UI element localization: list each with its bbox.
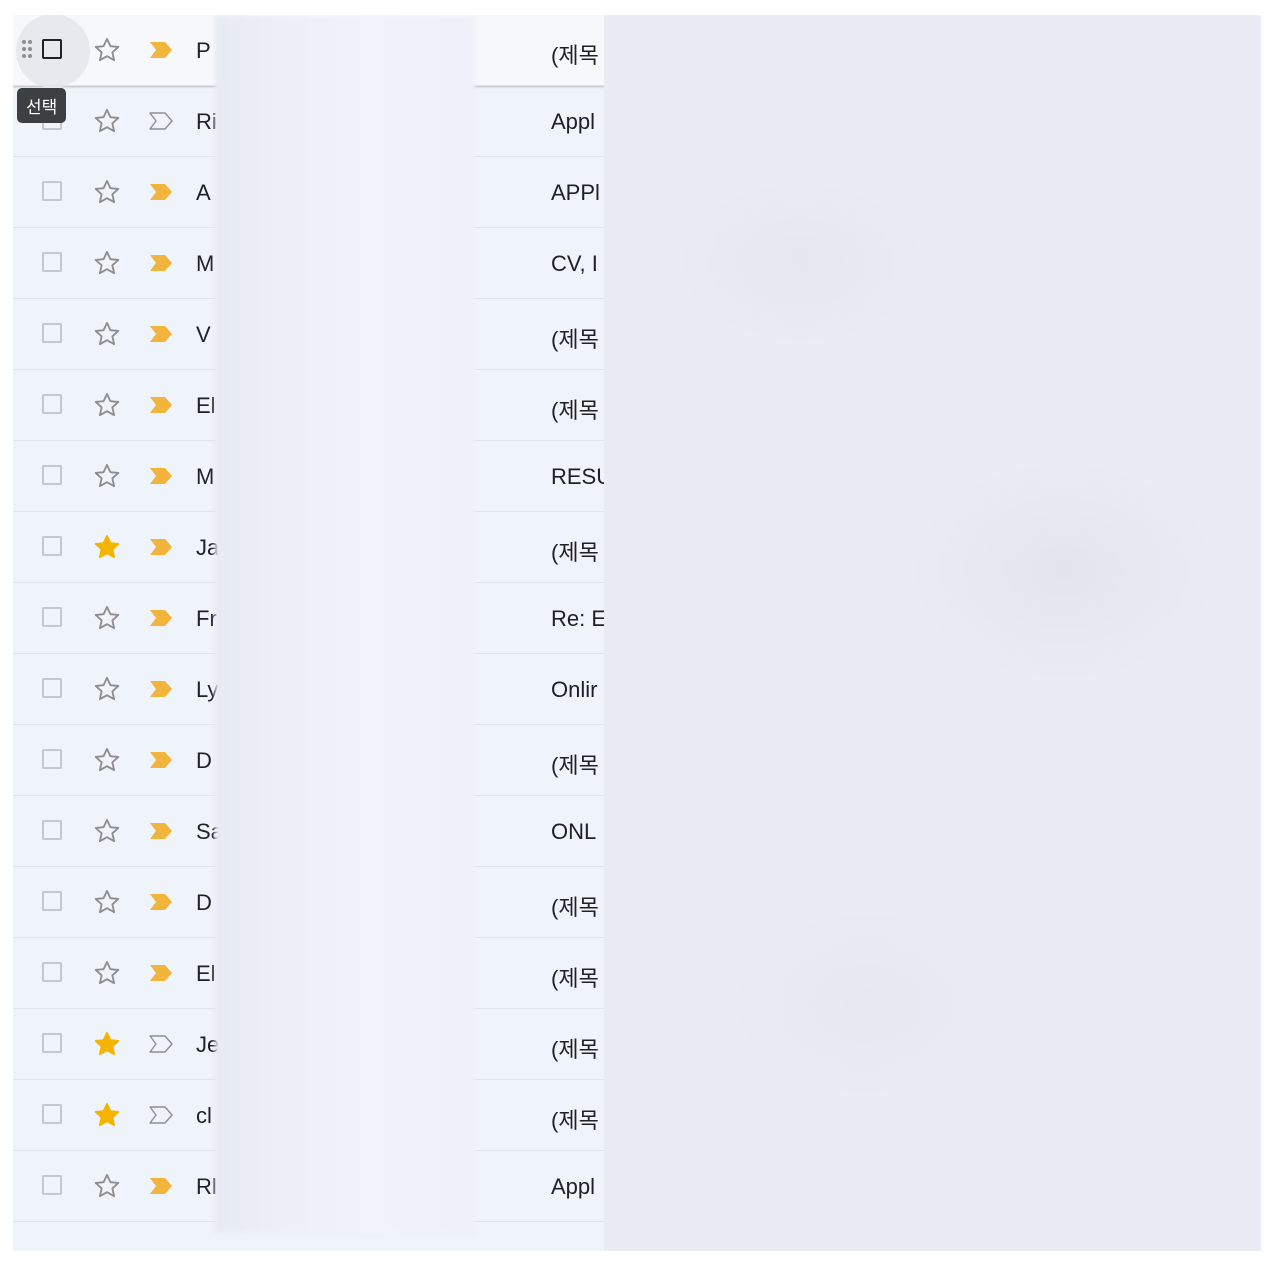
select-checkbox[interactable] — [42, 39, 62, 59]
sender-name: Ri — [196, 109, 217, 134]
select-checkbox[interactable] — [42, 678, 62, 698]
select-checkbox[interactable] — [42, 181, 62, 201]
subject-text: (제목 — [551, 398, 599, 423]
sender-name: El — [196, 961, 216, 986]
select-checkbox[interactable] — [42, 394, 62, 414]
star-outline-icon[interactable] — [93, 817, 121, 845]
select-checkbox[interactable] — [42, 323, 62, 343]
star-outline-icon[interactable] — [93, 604, 121, 632]
sender-name: cl — [196, 1103, 212, 1128]
select-checkbox[interactable] — [42, 607, 62, 627]
sender-name: Rl — [196, 1174, 217, 1199]
star-outline-icon[interactable] — [93, 36, 121, 64]
select-checkbox[interactable] — [42, 1175, 62, 1195]
star-outline-icon[interactable] — [93, 675, 121, 703]
subject-text: (제목 — [551, 966, 599, 991]
important-marker-outline-icon[interactable] — [148, 1035, 174, 1053]
sender-name: M — [196, 251, 215, 276]
important-marker-filled-icon[interactable] — [148, 538, 174, 556]
sender-name: D — [196, 748, 212, 773]
sender-name: Fr — [196, 606, 217, 631]
sender-name: El — [196, 393, 216, 418]
sender-name: P — [196, 38, 211, 63]
star-outline-icon[interactable] — [93, 959, 121, 987]
select-checkbox[interactable] — [42, 962, 62, 982]
important-marker-filled-icon[interactable] — [148, 41, 174, 59]
star-outline-icon[interactable] — [93, 107, 121, 135]
subject-text: Onlir — [551, 677, 598, 702]
select-tooltip: 선택 — [17, 88, 67, 123]
select-checkbox[interactable] — [42, 536, 62, 556]
subject-text: (제목 — [551, 43, 599, 68]
important-marker-filled-icon[interactable] — [148, 609, 174, 627]
subject-text: Appl — [551, 1174, 596, 1199]
select-checkbox[interactable] — [42, 252, 62, 272]
subject-text: CV, I — [551, 251, 598, 276]
blurred-preview-column — [604, 15, 1261, 1251]
select-checkbox[interactable] — [42, 820, 62, 840]
important-marker-outline-icon[interactable] — [148, 112, 174, 130]
star-outline-icon[interactable] — [93, 1172, 121, 1200]
email-list: P (제목 Ri Appl A APPl M CV, I V (제목 El (제목 M RES… — [13, 15, 1261, 1251]
drag-handle-icon[interactable] — [21, 39, 33, 59]
important-marker-filled-icon[interactable] — [148, 396, 174, 414]
subject-text: (제목 — [551, 895, 599, 920]
star-outline-icon[interactable] — [93, 746, 121, 774]
sender-name: V — [196, 322, 211, 347]
subject-text: (제목 — [551, 753, 599, 778]
important-marker-filled-icon[interactable] — [148, 1177, 174, 1195]
important-marker-filled-icon[interactable] — [148, 680, 174, 698]
important-marker-filled-icon[interactable] — [148, 822, 174, 840]
subject-text: (제목 — [551, 1037, 599, 1062]
subject-text: (제목 — [551, 327, 599, 352]
star-outline-icon[interactable] — [93, 462, 121, 490]
important-marker-outline-icon[interactable] — [148, 1106, 174, 1124]
important-marker-filled-icon[interactable] — [148, 254, 174, 272]
important-marker-filled-icon[interactable] — [148, 325, 174, 343]
subject-text: APPl — [551, 180, 600, 205]
sender-name: M — [196, 464, 215, 489]
star-filled-icon[interactable] — [93, 1101, 121, 1129]
blurred-sender-column — [215, 15, 475, 1233]
star-filled-icon[interactable] — [93, 533, 121, 561]
star-filled-icon[interactable] — [93, 1030, 121, 1058]
select-checkbox[interactable] — [42, 749, 62, 769]
select-checkbox[interactable] — [42, 1033, 62, 1053]
subject-text: (제목 — [551, 1108, 599, 1133]
star-outline-icon[interactable] — [93, 888, 121, 916]
select-checkbox[interactable] — [42, 1104, 62, 1124]
star-outline-icon[interactable] — [93, 249, 121, 277]
subject-text: RESU — [551, 464, 613, 489]
important-marker-filled-icon[interactable] — [148, 467, 174, 485]
select-checkbox[interactable] — [42, 891, 62, 911]
sender-name: A — [196, 180, 211, 205]
important-marker-filled-icon[interactable] — [148, 893, 174, 911]
subject-text: Appl — [551, 109, 596, 134]
star-outline-icon[interactable] — [93, 391, 121, 419]
star-outline-icon[interactable] — [93, 320, 121, 348]
star-outline-icon[interactable] — [93, 178, 121, 206]
subject-text: Re: E — [551, 606, 607, 631]
important-marker-filled-icon[interactable] — [148, 751, 174, 769]
important-marker-filled-icon[interactable] — [148, 183, 174, 201]
sender-name: D — [196, 890, 212, 915]
subject-text: (제목 — [551, 540, 599, 565]
select-checkbox[interactable] — [42, 465, 62, 485]
subject-text: ONL — [551, 819, 597, 844]
important-marker-filled-icon[interactable] — [148, 964, 174, 982]
